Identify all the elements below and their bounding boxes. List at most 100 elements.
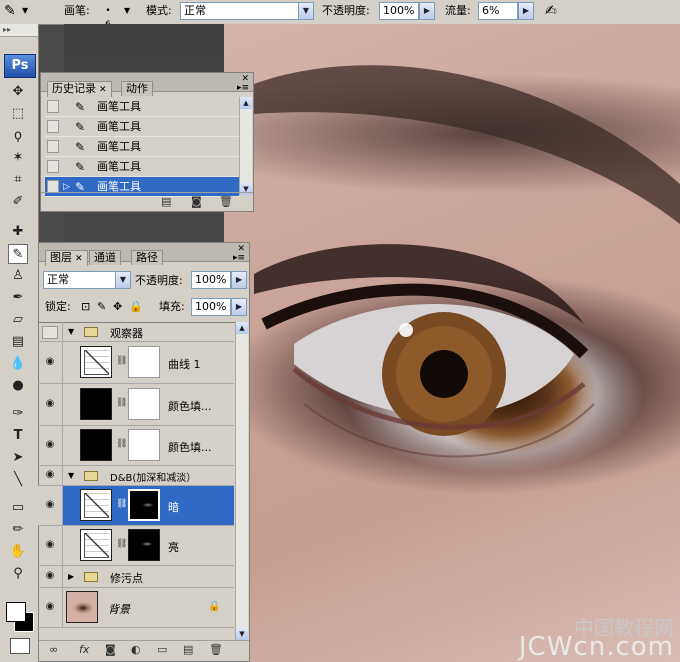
history-brush-tool-icon[interactable]: ✒	[8, 288, 28, 308]
visibility-toggle[interactable]: ◉	[38, 384, 63, 425]
visibility-toggle[interactable]: ◉	[38, 466, 63, 485]
eye-icon[interactable]: ◉	[38, 570, 62, 581]
lock-position-icon[interactable]: ✥	[113, 300, 122, 313]
brush-tool-icon[interactable]: ✎	[8, 244, 28, 264]
clone-stamp-tool-icon[interactable]: ♙	[8, 266, 28, 286]
layer-group-row[interactable]: ◉ ▼ D&B(加深和减淡）	[38, 466, 234, 486]
mode-dropdown-icon[interactable]: ▼	[298, 2, 314, 20]
fill-field[interactable]: 100%	[191, 298, 231, 316]
tab-paths[interactable]: 路径	[131, 250, 163, 265]
chain-link-icon[interactable]: ⛓	[116, 539, 127, 549]
quick-mask-icon[interactable]	[10, 638, 30, 654]
hidden-eye-box[interactable]	[42, 326, 58, 339]
line-tool-icon[interactable]: ╲	[8, 470, 28, 490]
layer-mask-thumbnail[interactable]	[128, 346, 160, 378]
layer-group-row[interactable]: ▼ 观察器	[38, 322, 234, 342]
gradient-tool-icon[interactable]: ▤	[8, 332, 28, 352]
eraser-tool-icon[interactable]: ▱	[8, 310, 28, 330]
tab-history[interactable]: 历史记录 ✕	[47, 81, 112, 97]
type-tool-icon[interactable]: T	[8, 426, 28, 446]
tab-layers[interactable]: 图层 ✕	[45, 250, 88, 266]
visibility-toggle[interactable]: ◉	[38, 526, 63, 565]
visibility-toggle[interactable]: ◉	[38, 426, 63, 465]
zoom-tool-icon[interactable]: ⚲	[8, 564, 28, 584]
layer-row[interactable]: ◉ ⛓ 亮	[38, 526, 234, 566]
expand-triangle-icon[interactable]: ▼	[68, 327, 74, 336]
brush-tool-icon[interactable]: ✎	[4, 0, 16, 24]
tab-layers-close-icon[interactable]: ✕	[75, 254, 83, 264]
opacity-field[interactable]: 100%	[379, 2, 419, 20]
layer-opacity-field[interactable]: 100%	[191, 271, 231, 289]
layer-row[interactable]: ◉ ⛓ 颜色填...	[38, 384, 234, 426]
history-row[interactable]: ✎ 画笔工具	[45, 157, 239, 177]
visibility-toggle[interactable]	[38, 322, 63, 341]
layer-mask-icon[interactable]: ◙	[105, 643, 116, 656]
new-layer-icon[interactable]: ▤	[183, 643, 193, 656]
visibility-toggle[interactable]: ◉	[38, 566, 63, 587]
chain-link-icon[interactable]: ⛓	[116, 398, 127, 408]
scroll-up-icon[interactable]: ▲	[236, 322, 248, 334]
eye-icon[interactable]: ◉	[38, 398, 62, 409]
tool-preset-chevron-icon[interactable]: ▼	[22, 0, 28, 24]
visibility-toggle[interactable]: ◉	[38, 588, 63, 627]
blend-mode-dropdown-icon[interactable]: ▼	[115, 271, 131, 289]
collapse-triangle-icon[interactable]: ▶	[68, 572, 74, 581]
history-snapshot-box[interactable]	[47, 120, 59, 133]
mode-select[interactable]: 正常	[180, 2, 314, 20]
path-selection-tool-icon[interactable]: ➤	[8, 448, 28, 468]
crop-tool-icon[interactable]: ⌗	[8, 170, 28, 190]
history-panel-menu-icon[interactable]: ▸≡	[237, 83, 249, 93]
layer-opacity-slider-icon[interactable]: ▶	[231, 271, 247, 289]
magic-wand-tool-icon[interactable]: ✶	[8, 148, 28, 168]
airbrush-icon[interactable]: ✍	[545, 0, 557, 24]
chain-link-icon[interactable]: ⛓	[116, 439, 127, 449]
brush-picker-chevron-icon[interactable]: ▼	[124, 0, 130, 24]
toolbox-grip[interactable]: ▸▸	[0, 24, 38, 37]
layer-mask-thumbnail[interactable]	[128, 429, 160, 461]
chain-link-icon[interactable]: ⛓	[116, 356, 127, 366]
opacity-slider-icon[interactable]: ▶	[419, 2, 435, 20]
trash-icon[interactable]: 🗑	[219, 195, 233, 208]
dodge-tool-icon[interactable]: ●	[8, 376, 28, 396]
healing-brush-tool-icon[interactable]: ✚	[8, 222, 28, 242]
layer-mask-thumbnail[interactable]	[128, 529, 160, 561]
lock-pixels-icon[interactable]: ✎	[97, 300, 106, 313]
chain-link-icon[interactable]: ⛓	[116, 499, 127, 509]
flow-field[interactable]: 6%	[478, 2, 518, 20]
hand-tool-icon[interactable]: ✋	[8, 542, 28, 562]
layer-style-icon[interactable]: fx	[79, 643, 89, 656]
history-snapshot-box[interactable]	[47, 160, 59, 173]
layer-row-selected[interactable]: ◉ ⛓ 暗	[38, 486, 234, 526]
snapshot-icon[interactable]: ◙	[191, 195, 202, 208]
layer-row[interactable]: ◉ 背景 🔒	[38, 588, 234, 628]
eye-icon[interactable]: ◉	[38, 499, 62, 510]
history-row[interactable]: ✎ 画笔工具	[45, 137, 239, 157]
history-row[interactable]: ✎ 画笔工具	[45, 97, 239, 117]
pen-tool-icon[interactable]: ✑	[8, 404, 28, 424]
scroll-up-icon[interactable]: ▲	[240, 97, 252, 109]
link-layers-icon[interactable]: ∞	[49, 643, 58, 656]
eye-icon[interactable]: ◉	[38, 439, 62, 450]
eye-icon[interactable]: ◉	[38, 469, 62, 480]
blur-tool-icon[interactable]: 💧	[8, 354, 28, 374]
eyedropper-tool-icon[interactable]: ✏	[8, 520, 28, 540]
eye-icon[interactable]: ◉	[38, 539, 62, 550]
foreground-color-swatch-top[interactable]	[6, 602, 26, 622]
history-scrollbar[interactable]: ▲ ▼	[239, 97, 252, 195]
lock-transparency-icon[interactable]: ⊡	[81, 300, 90, 313]
move-tool-icon[interactable]: ✥	[8, 82, 28, 102]
layer-mask-thumbnail[interactable]	[128, 489, 160, 521]
scroll-down-icon[interactable]: ▼	[236, 628, 248, 640]
marquee-tool-icon[interactable]: ⬚	[8, 104, 28, 124]
layer-mask-thumbnail[interactable]	[128, 388, 160, 420]
tab-channels[interactable]: 通道	[89, 250, 121, 265]
flow-slider-icon[interactable]: ▶	[518, 2, 534, 20]
visibility-toggle[interactable]: ◉	[38, 486, 63, 525]
lock-all-icon[interactable]: 🔒	[129, 300, 143, 313]
layer-row[interactable]: ◉ ⛓ 颜色填...	[38, 426, 234, 466]
layers-panel-menu-icon[interactable]: ▸≡	[233, 253, 245, 263]
expand-triangle-icon[interactable]: ▼	[68, 471, 74, 480]
lasso-tool-icon[interactable]: ϙ	[8, 126, 28, 146]
notes-tool-icon[interactable]: ▭	[8, 498, 28, 518]
fill-slider-icon[interactable]: ▶	[231, 298, 247, 316]
